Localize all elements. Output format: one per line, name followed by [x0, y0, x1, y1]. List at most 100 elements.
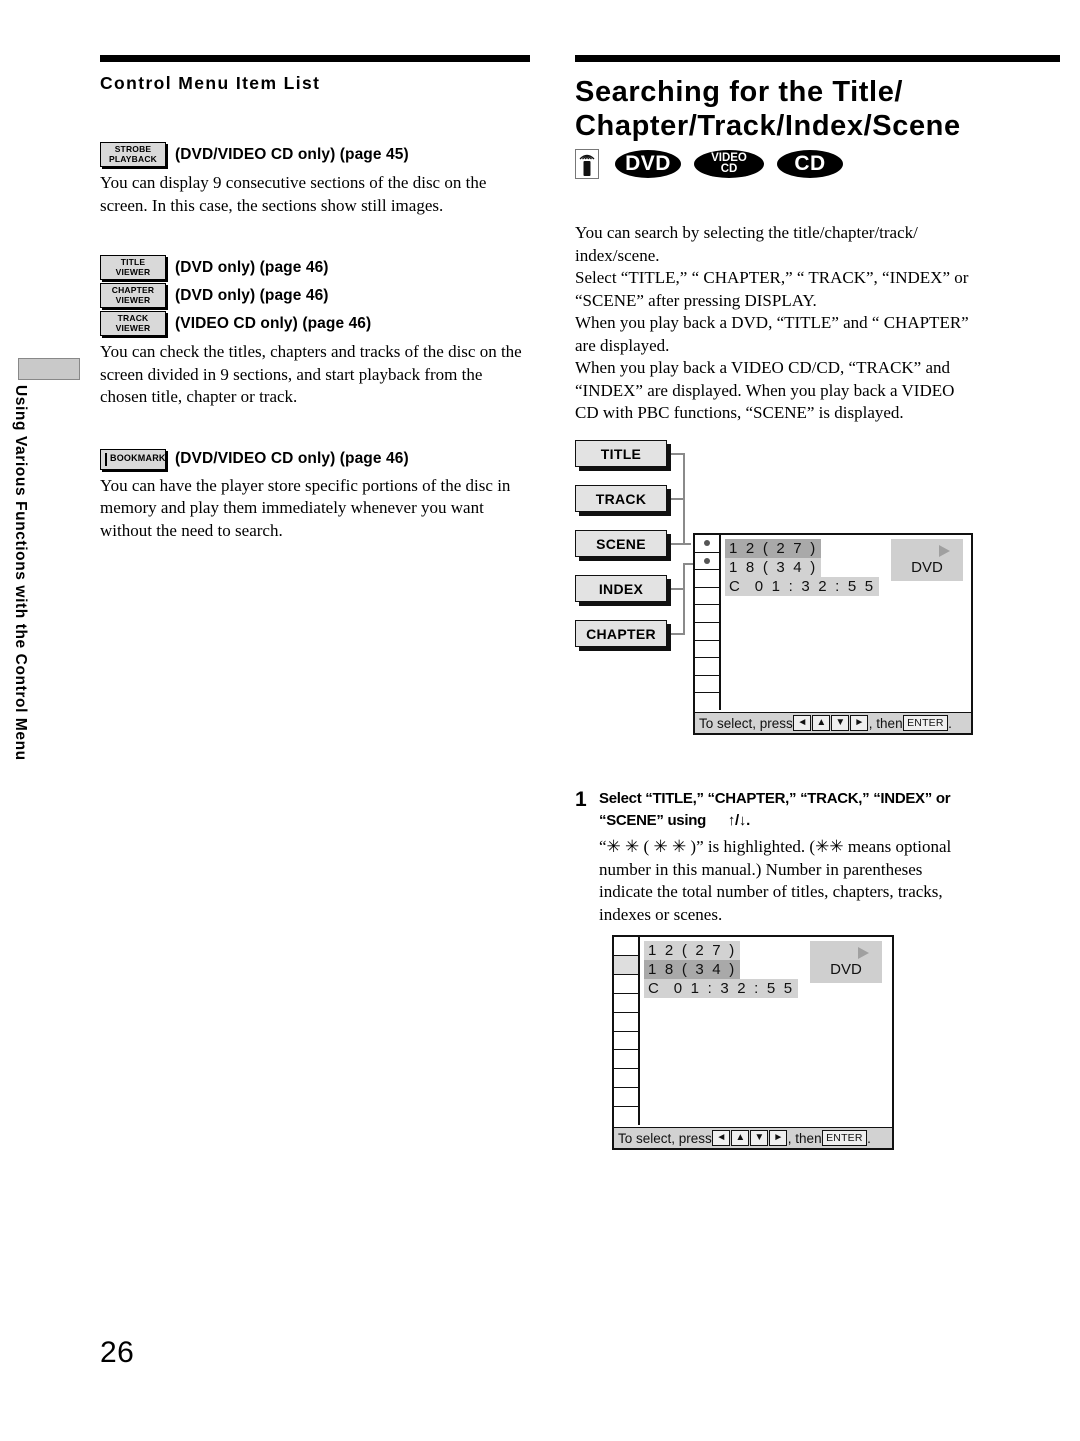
key-right-icon[interactable]: ►: [769, 1130, 788, 1146]
osd-value-row-3[interactable]: C 0 1 : 3 2 : 5 5: [725, 577, 880, 596]
key-down-icon[interactable]: ▼: [831, 715, 850, 731]
diagram-button-track[interactable]: TRACK: [575, 485, 667, 512]
osd-diagram-step1-result: 1 2 ( 2 7 ) 1 8 ( 3 4 ) C 0 1 : 3 2 : 5 …: [612, 935, 894, 1150]
intro-line: You can search by selecting the title/ch…: [575, 223, 918, 242]
osd-rail-cell[interactable]: [614, 993, 638, 1013]
intro-line: When you play back a VIDEO CD/CD, “TRACK…: [575, 358, 951, 377]
menu-item-title-viewer-title: (DVD only) (page 46): [175, 258, 329, 276]
bookmark-bar-icon: [105, 452, 107, 466]
osd-rail-cell[interactable]: [614, 974, 638, 994]
disc-badge-row: DVD VIDEO CD CD: [575, 148, 1060, 180]
step-1-heading-line-2: “SCENE” using ↑/↓.: [599, 810, 950, 832]
menu-item-chapter-viewer-header: CHAPTER VIEWER (DVD only) (page 46): [100, 283, 530, 308]
osd-value-stack: 1 2 ( 2 7 ) 1 8 ( 3 4 ) C 0 1 : 3 2 : 5 …: [644, 941, 799, 998]
osd-footer-middle: , then: [868, 715, 903, 731]
osd-value-row-3[interactable]: C 0 1 : 3 2 : 5 5: [644, 979, 799, 998]
connector-bus-lower: [683, 563, 685, 634]
osd-rail-cell[interactable]: [695, 658, 719, 676]
key-down-icon[interactable]: ▼: [750, 1130, 769, 1146]
key-up-icon[interactable]: ▲: [812, 715, 831, 731]
osd-item-rail: [614, 937, 640, 1126]
remote-body-shape: [583, 161, 591, 176]
remote-control-icon: [575, 149, 599, 179]
osd-rail-cell[interactable]: [695, 640, 719, 659]
osd-rail-cell[interactable]: [614, 1088, 638, 1108]
osd-rail-cell[interactable]: [695, 587, 719, 606]
page-number: 26: [100, 1336, 135, 1369]
bookmark-badge-icon: BOOKMARK: [100, 448, 166, 470]
key-enter[interactable]: ENTER: [903, 715, 948, 731]
step-1-body: “✳ ✳ ( ✳ ✳ )” is highlighted. (✳✳ means …: [599, 836, 1060, 926]
left-column-heading: Control Menu Item List: [100, 73, 321, 93]
osd-value-row-2[interactable]: 1 8 ( 3 4 ): [644, 960, 741, 979]
step-1-heading-line-1: Select “TITLE,” “CHAPTER,” “TRACK,” “IND…: [599, 790, 951, 807]
menu-item-strobe-playback: STROBE PLAYBACK (DVD/VIDEO CD only) (pag…: [100, 142, 530, 217]
key-enter[interactable]: ENTER: [822, 1130, 867, 1146]
badge-line-2: VIEWER: [115, 294, 151, 305]
key-left-icon[interactable]: ◄: [793, 715, 812, 731]
osd-rail-cell-selected[interactable]: [614, 955, 638, 975]
menu-item-strobe-playback-title: (DVD/VIDEO CD only) (page 45): [175, 145, 409, 163]
menu-item-strobe-playback-body: You can display 9 consecutive sections o…: [100, 173, 487, 215]
menu-item-track-viewer-title: (VIDEO CD only) (page 46): [175, 314, 372, 332]
osd-rail-cell[interactable]: [614, 1012, 638, 1032]
osd-rail-cell[interactable]: [695, 605, 719, 623]
key-up-icon[interactable]: ▲: [731, 1130, 750, 1146]
track-viewer-badge-icon: TRACK VIEWER: [100, 311, 166, 336]
step-1-number: 1: [575, 788, 587, 811]
intro-line: “INDEX” are displayed. When you play bac…: [575, 380, 955, 400]
osd-footer-suffix: .: [867, 1130, 871, 1146]
menu-item-viewers: TITLE VIEWER (DVD only) (page 46) CHAPTE…: [100, 255, 530, 409]
step-1: 1 Select “TITLE,” “CHAPTER,” “TRACK,” “I…: [575, 788, 1060, 926]
left-column: Control Menu Item List STROBE PLAYBACK (…: [100, 55, 530, 542]
right-column-rule: [575, 55, 1060, 62]
chapter-viewer-badge-icon: CHAPTER VIEWER: [100, 283, 166, 308]
menu-item-bookmark: BOOKMARK (DVD/VIDEO CD only) (page 46) Y…: [100, 448, 530, 543]
osd-rail-cell[interactable]: [695, 675, 719, 694]
osd-value-row-2[interactable]: 1 8 ( 3 4 ): [725, 558, 822, 577]
osd-rail-cell[interactable]: [695, 535, 719, 553]
connector-bus-upper: [683, 453, 685, 545]
intro-line: CD with PBC functions, “SCENE” is displa…: [575, 403, 904, 422]
intro-line: “SCENE” after pressing DISPLAY.: [575, 290, 817, 310]
diagram-button-index[interactable]: INDEX: [575, 575, 667, 602]
diagram-button-scene[interactable]: SCENE: [575, 530, 667, 557]
video-cd-badge-line-2: CD: [720, 163, 738, 175]
osd-footer-hint: To select, press ◄ ▲ ▼ ► , then ENTER .: [695, 712, 971, 733]
menu-item-viewers-body: You can check the titles, chapters and t…: [100, 342, 522, 406]
osd-rail-cell[interactable]: [695, 622, 719, 641]
osd-rail-cell[interactable]: [695, 552, 719, 571]
step-1-body-line: “✳ ✳ ( ✳ ✳ )” is highlighted. (✳✳ means …: [599, 837, 952, 856]
osd-rail-cell[interactable]: [614, 1069, 638, 1089]
osd-rail-cell[interactable]: [695, 693, 719, 710]
osd-value-row-1[interactable]: 1 2 ( 2 7 ): [725, 539, 822, 558]
osd-footer-prefix: To select, press: [618, 1130, 712, 1146]
osd-screen: 1 2 ( 2 7 ) 1 8 ( 3 4 ) C 0 1 : 3 2 : 5 …: [693, 533, 973, 735]
diagram-button-chapter[interactable]: CHAPTER: [575, 620, 667, 647]
section-title: Searching for the Title/ Chapter/Track/I…: [575, 75, 1060, 143]
video-cd-badge: VIDEO CD: [694, 150, 764, 178]
dvd-badge: DVD: [615, 150, 681, 178]
updown-arrow-icon: ↑/↓.: [727, 812, 750, 829]
osd-footer-middle: , then: [787, 1130, 822, 1146]
osd-rail-cell[interactable]: [695, 570, 719, 588]
key-right-icon[interactable]: ►: [850, 715, 869, 731]
osd-rail-cell[interactable]: [614, 1050, 638, 1070]
osd-rail-cell[interactable]: [614, 937, 638, 956]
right-column: Searching for the Title/ Chapter/Track/I…: [575, 55, 1060, 425]
key-left-icon[interactable]: ◄: [712, 1130, 731, 1146]
menu-item-bookmark-body: You can have the player store specific p…: [100, 475, 511, 540]
signal-wave-icon: [579, 154, 595, 160]
badge-line-1: BOOKMARK: [110, 453, 166, 464]
diagram-button-title[interactable]: TITLE: [575, 440, 667, 467]
title-viewer-badge-icon: TITLE VIEWER: [100, 255, 166, 280]
step-1-body-line: number in this manual.) Number in parent…: [599, 859, 923, 879]
play-triangle-icon: [939, 545, 950, 557]
osd-value-row-1[interactable]: 1 2 ( 2 7 ): [644, 941, 741, 960]
control-menu-diagram: TITLE TRACK SCENE INDEX CHAPTER 1 2 ( 2 …: [575, 437, 985, 737]
osd-footer-suffix: .: [948, 715, 952, 731]
osd-rail-cell[interactable]: [614, 1107, 638, 1126]
side-tab-label: Using Various Functions with the Control…: [12, 385, 29, 761]
osd-disc-type-label: DVD: [891, 539, 963, 581]
osd-rail-cell[interactable]: [614, 1031, 638, 1051]
